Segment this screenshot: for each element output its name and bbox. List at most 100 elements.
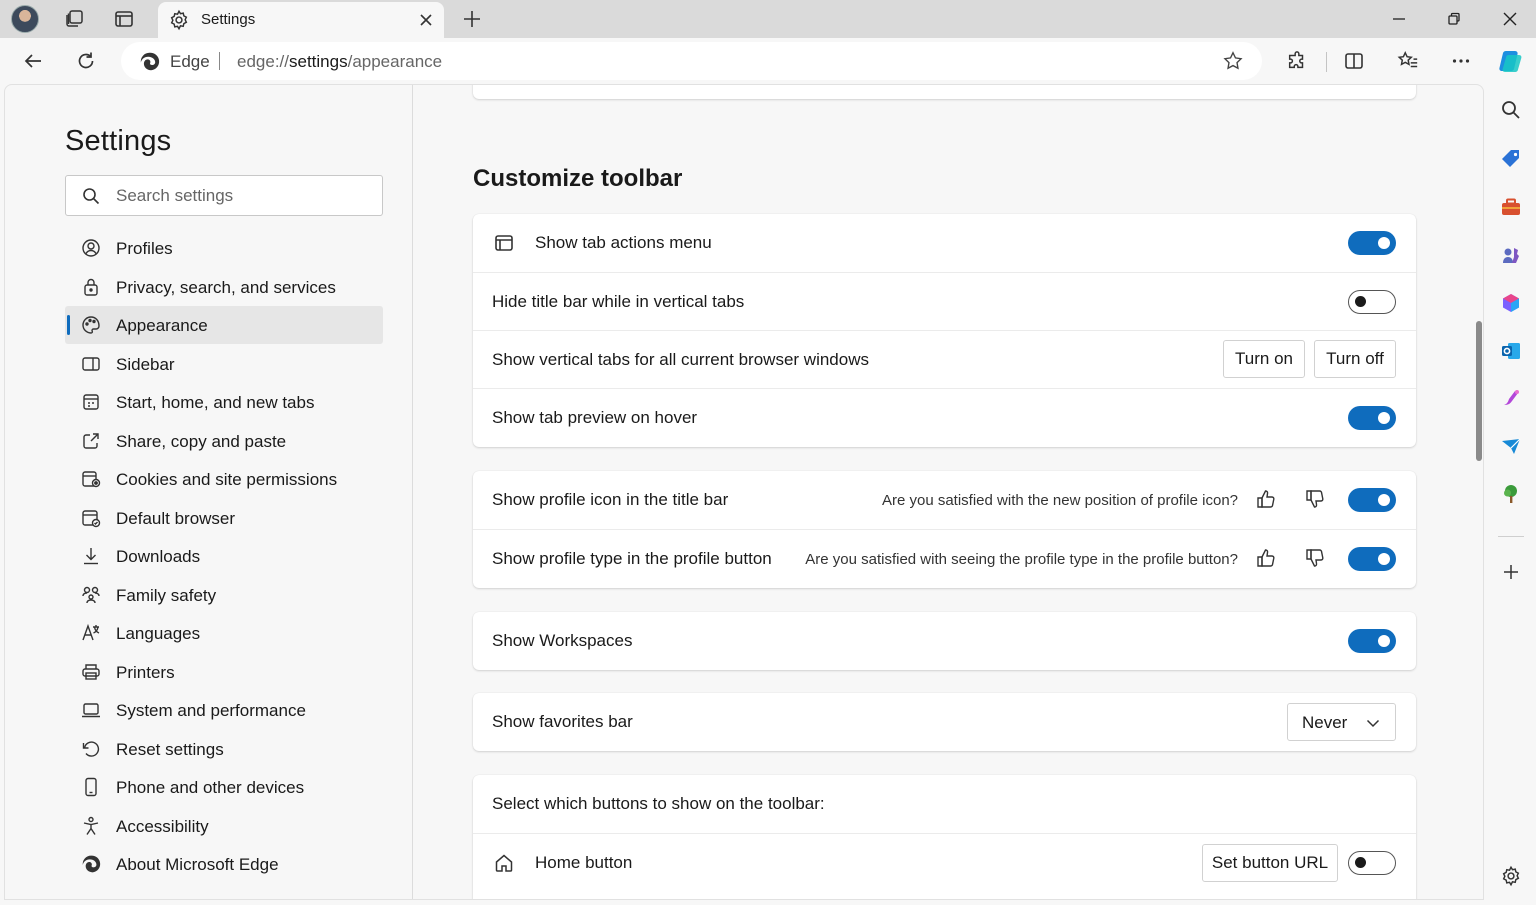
sidebar-item-label: About Microsoft Edge	[116, 855, 279, 874]
sidebar-settings-icon[interactable]	[1499, 864, 1523, 888]
favorite-star-icon[interactable]	[1222, 50, 1244, 72]
sidebar-item-share[interactable]: Share, copy and paste	[65, 422, 383, 460]
close-window-icon[interactable]	[1487, 4, 1533, 34]
sidebar-item-default-browser[interactable]: Default browser	[65, 499, 383, 537]
laptop-icon	[81, 700, 101, 720]
home-tabs-icon	[81, 392, 101, 412]
page-title: Settings	[65, 125, 172, 157]
sidebar-item-sidebar[interactable]: Sidebar	[65, 345, 383, 383]
setting-label: Show Workspaces	[492, 631, 633, 650]
back-icon[interactable]	[17, 46, 49, 76]
sidebar-item-label: Downloads	[116, 547, 201, 566]
sidebar-item-accessibility[interactable]: Accessibility	[65, 807, 383, 845]
search-icon	[82, 187, 100, 205]
share-icon	[81, 431, 101, 451]
tree-icon[interactable]	[1499, 482, 1523, 506]
show-tab-actions-toggle[interactable]	[1348, 231, 1396, 255]
setting-row-home-button: Home button Set button URL	[473, 833, 1416, 891]
sidebar-item-family[interactable]: Family safety	[65, 576, 383, 614]
sidebar-item-system[interactable]: System and performance	[65, 691, 383, 729]
sidebar-item-label: Share, copy and paste	[116, 432, 287, 451]
sidebar-item-cookies[interactable]: Cookies and site permissions	[65, 460, 383, 498]
setting-label: Show profile icon in the title bar	[492, 490, 729, 509]
sidebar-item-label: Printers	[116, 663, 175, 682]
search-icon[interactable]	[1499, 98, 1523, 122]
close-tab-icon[interactable]	[416, 10, 436, 30]
sidebar-item-start-home[interactable]: Start, home, and new tabs	[65, 383, 383, 421]
setting-label: Show profile type in the profile button	[492, 549, 772, 568]
edge-logo-icon	[81, 854, 101, 874]
thumbs-down-icon[interactable]	[1304, 488, 1326, 510]
shopping-tag-icon[interactable]	[1499, 147, 1523, 171]
games-icon[interactable]	[1499, 243, 1523, 267]
sidebar-item-phone[interactable]: Phone and other devices	[65, 768, 383, 806]
restore-icon[interactable]	[1431, 4, 1477, 34]
turn-on-button[interactable]: Turn on	[1223, 340, 1305, 378]
copilot-icon[interactable]	[1495, 46, 1527, 76]
url-text[interactable]: edge://settings/appearance	[237, 52, 442, 72]
workspaces-toggle[interactable]	[1348, 629, 1396, 653]
sidebar-item-appearance[interactable]: Appearance	[65, 306, 383, 344]
url-scheme: edge://	[237, 52, 289, 71]
tab-actions-icon	[493, 232, 515, 254]
tab-settings[interactable]: Settings	[158, 2, 444, 38]
sidebar-item-languages[interactable]: Languages	[65, 614, 383, 652]
edge-logo-icon	[139, 51, 160, 72]
extensions-icon[interactable]	[1281, 46, 1313, 76]
thumbs-up-icon[interactable]	[1255, 547, 1277, 569]
chevron-down-icon	[1365, 715, 1381, 731]
sidebar-item-profiles[interactable]: Profiles	[65, 229, 383, 267]
sidebar-item-about[interactable]: About Microsoft Edge	[65, 845, 383, 883]
scrollbar[interactable]	[1473, 85, 1483, 899]
setting-row-profile-icon: Show profile icon in the title bar Are y…	[473, 471, 1416, 529]
split-screen-icon[interactable]	[1338, 46, 1370, 76]
thumbs-up-icon[interactable]	[1255, 488, 1277, 510]
download-icon	[81, 546, 101, 566]
sidebar-item-privacy[interactable]: Privacy, search, and services	[65, 268, 383, 306]
tools-icon[interactable]	[1499, 195, 1523, 219]
sidebar-item-label: Start, home, and new tabs	[116, 393, 315, 412]
site-identity[interactable]: Edge	[170, 52, 210, 72]
toolbar-separator	[1326, 52, 1327, 72]
setting-row-favorites-bar: Show favorites bar Never	[473, 693, 1416, 751]
search-settings-box[interactable]	[65, 175, 383, 216]
minimize-icon[interactable]	[1376, 4, 1422, 34]
search-input[interactable]	[116, 177, 371, 214]
sidebar-item-printers[interactable]: Printers	[65, 653, 383, 691]
favorites-icon[interactable]	[1392, 46, 1424, 76]
profile-type-toggle[interactable]	[1348, 547, 1396, 571]
address-bar[interactable]: Edge edge://settings/appearance	[121, 42, 1262, 80]
setting-row-tab-preview: Show tab preview on hover	[473, 388, 1416, 446]
thumbs-down-icon[interactable]	[1304, 547, 1326, 569]
refresh-icon[interactable]	[70, 46, 102, 76]
more-options-icon[interactable]	[1445, 46, 1477, 76]
microsoft-365-icon[interactable]	[1499, 291, 1523, 315]
new-tab-button[interactable]	[456, 4, 488, 34]
workspaces-card: Show Workspaces	[473, 612, 1416, 670]
designer-icon[interactable]	[1499, 386, 1523, 410]
home-icon	[493, 852, 515, 874]
profile-icon-toggle[interactable]	[1348, 488, 1396, 512]
tab-title: Settings	[201, 11, 256, 28]
tab-actions-icon[interactable]	[108, 4, 140, 34]
hide-title-bar-toggle[interactable]	[1348, 290, 1396, 314]
outlook-icon[interactable]	[1499, 339, 1523, 363]
profile-avatar[interactable]	[11, 5, 39, 33]
favorites-bar-dropdown[interactable]: Never	[1287, 703, 1396, 741]
scrollbar-thumb[interactable]	[1476, 321, 1482, 461]
home-button-toggle[interactable]	[1348, 851, 1396, 875]
edge-sidebar	[1486, 84, 1536, 905]
sidebar-item-reset[interactable]: Reset settings	[65, 730, 383, 768]
send-drop-icon[interactable]	[1499, 434, 1523, 458]
sidebar-item-downloads[interactable]: Downloads	[65, 537, 383, 575]
address-separator	[219, 52, 220, 70]
sidebar-item-label: Accessibility	[116, 817, 209, 836]
turn-off-button[interactable]: Turn off	[1314, 340, 1396, 378]
phone-icon	[81, 777, 101, 797]
feedback-question: Are you satisfied with seeing the profil…	[805, 551, 1238, 568]
add-app-icon[interactable]	[1499, 560, 1523, 584]
set-button-url-button[interactable]: Set button URL	[1202, 844, 1338, 882]
setting-label: Show tab preview on hover	[492, 408, 698, 427]
tab-preview-toggle[interactable]	[1348, 406, 1396, 430]
workspaces-icon[interactable]	[58, 4, 90, 34]
